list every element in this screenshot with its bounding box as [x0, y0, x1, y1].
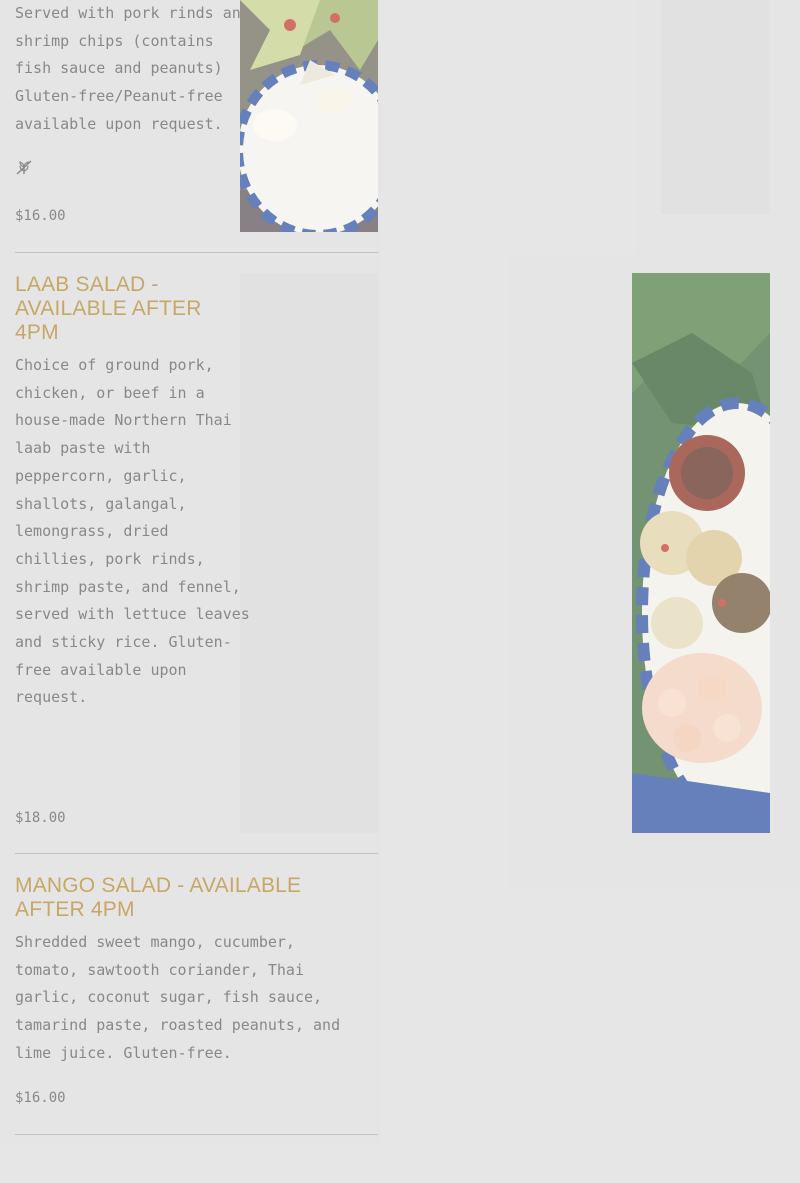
menu-item-photo-papaya-salad[interactable] [240, 0, 378, 232]
menu-item-title[interactable]: MANGO SALAD - AVAILABLE AFTER 4PM [15, 874, 335, 922]
background-panel [240, 273, 378, 833]
laab-salad-image [632, 273, 770, 833]
gluten-free-icon [16, 160, 32, 175]
menu-item-price: $18.00 [15, 810, 66, 826]
menu-page: Served with pork rinds and shrimp chips … [0, 0, 800, 1183]
menu-item-photo-laab-salad[interactable] [632, 273, 770, 833]
menu-item-description: Served with pork rinds and shrimp chips … [15, 4, 250, 133]
papaya-salad-image [240, 0, 378, 232]
menu-item-description: Choice of ground pork, chicken, or beef … [15, 356, 250, 707]
menu-item-description: Shredded sweet mango, cucumber, tomato, … [15, 933, 341, 1062]
background-panel [661, 0, 770, 214]
menu-item-title[interactable]: LAAB SALAD - AVAILABLE AFTER 4PM [15, 273, 225, 345]
menu-item-price: $16.00 [15, 1090, 66, 1106]
menu-divider [15, 1134, 378, 1135]
menu-divider [15, 853, 378, 854]
menu-item-price: $16.00 [15, 208, 66, 224]
menu-divider [15, 252, 378, 253]
